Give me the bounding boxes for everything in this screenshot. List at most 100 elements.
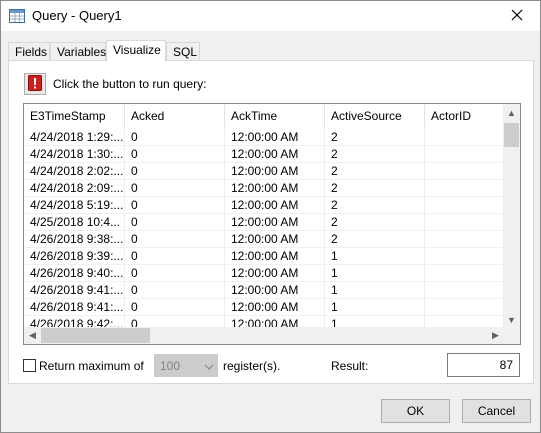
horizontal-scrollbar[interactable]: ◀ ▶ bbox=[24, 327, 504, 344]
table-cell: 0 bbox=[125, 231, 225, 248]
table-cell: 4/26/2018 9:38:... bbox=[24, 231, 125, 248]
register-unit-label: register(s). bbox=[223, 359, 281, 373]
table-cell bbox=[425, 146, 504, 163]
tab-variables[interactable]: Variables bbox=[50, 42, 106, 61]
table-cell: 0 bbox=[125, 282, 225, 299]
table-cell: 1 bbox=[325, 282, 425, 299]
table-cell: 4/26/2018 9:41:... bbox=[24, 282, 125, 299]
result-count-field: 87 bbox=[447, 353, 520, 377]
table-cell: 4/24/2018 5:19:... bbox=[24, 197, 125, 214]
vertical-scrollbar[interactable]: ▲ ▼ bbox=[503, 104, 520, 328]
table-row[interactable]: 4/24/2018 1:29:... 0 12:00:00 AM 2 bbox=[24, 129, 504, 146]
horizontal-scroll-thumb[interactable] bbox=[41, 328, 150, 343]
table-cell: 2 bbox=[325, 231, 425, 248]
ok-button[interactable]: OK bbox=[381, 399, 450, 423]
tab-sql[interactable]: SQL bbox=[166, 42, 200, 61]
vertical-scroll-thumb[interactable] bbox=[504, 123, 519, 147]
table-cell: 0 bbox=[125, 180, 225, 197]
table-cell: 2 bbox=[325, 197, 425, 214]
table-cell: 12:00:00 AM bbox=[225, 129, 325, 146]
scrollbar-corner bbox=[503, 327, 520, 344]
table-cell: 12:00:00 AM bbox=[225, 214, 325, 231]
table-cell: 2 bbox=[325, 129, 425, 146]
return-maximum-label: Return maximum of bbox=[39, 359, 144, 373]
table-row[interactable]: 4/26/2018 9:41:... 0 12:00:00 AM 1 bbox=[24, 299, 504, 316]
table-cell: 0 bbox=[125, 248, 225, 265]
table-row[interactable]: 4/26/2018 9:39:... 0 12:00:00 AM 1 bbox=[24, 248, 504, 265]
table-cell: 0 bbox=[125, 129, 225, 146]
table-row[interactable]: 4/24/2018 5:19:... 0 12:00:00 AM 2 bbox=[24, 197, 504, 214]
table-cell: 4/24/2018 1:29:... bbox=[24, 129, 125, 146]
exclamation-alert-icon bbox=[28, 74, 42, 94]
table-row[interactable]: 4/24/2018 1:30:... 0 12:00:00 AM 2 bbox=[24, 146, 504, 163]
column-header-acktime[interactable]: AckTime bbox=[225, 104, 325, 129]
scroll-left-icon[interactable]: ◀ bbox=[24, 327, 41, 344]
table-cell: 2 bbox=[325, 214, 425, 231]
table-cell: 4/26/2018 9:40:... bbox=[24, 265, 125, 282]
table-cell: 0 bbox=[125, 299, 225, 316]
run-query-label: Click the button to run query: bbox=[53, 77, 207, 91]
table-cell: 12:00:00 AM bbox=[225, 180, 325, 197]
close-button[interactable] bbox=[494, 1, 540, 31]
run-query-button[interactable] bbox=[24, 73, 46, 95]
table-row[interactable]: 4/24/2018 2:02:... 0 12:00:00 AM 2 bbox=[24, 163, 504, 180]
table-cell: 12:00:00 AM bbox=[225, 282, 325, 299]
table-cell: 12:00:00 AM bbox=[225, 231, 325, 248]
table-cell: 1 bbox=[325, 265, 425, 282]
table-cell bbox=[425, 265, 504, 282]
table-cell: 2 bbox=[325, 146, 425, 163]
table-cell: 12:00:00 AM bbox=[225, 299, 325, 316]
table-row[interactable]: 4/26/2018 9:41:... 0 12:00:00 AM 1 bbox=[24, 282, 504, 299]
table-cell bbox=[425, 197, 504, 214]
table-cell: 12:00:00 AM bbox=[225, 163, 325, 180]
table-cell: 4/26/2018 9:39:... bbox=[24, 248, 125, 265]
table-row[interactable]: 4/26/2018 9:40:... 0 12:00:00 AM 1 bbox=[24, 265, 504, 282]
table-cell bbox=[425, 180, 504, 197]
table-cell: 4/24/2018 1:30:... bbox=[24, 146, 125, 163]
column-header-e3timestamp[interactable]: E3TimeStamp bbox=[24, 104, 125, 129]
table-cell: 2 bbox=[325, 180, 425, 197]
table-row[interactable]: 4/26/2018 9:38:... 0 12:00:00 AM 2 bbox=[24, 231, 504, 248]
table-cell: 0 bbox=[125, 163, 225, 180]
tab-visualize[interactable]: Visualize bbox=[106, 40, 166, 62]
table-cell: 1 bbox=[325, 299, 425, 316]
table-row[interactable]: 4/25/2018 10:4... 0 12:00:00 AM 2 bbox=[24, 214, 504, 231]
table-cell: 4/24/2018 2:09:... bbox=[24, 180, 125, 197]
table-row[interactable]: 4/24/2018 2:09:... 0 12:00:00 AM 2 bbox=[24, 180, 504, 197]
table-cell bbox=[425, 214, 504, 231]
maximum-register-value: 100 bbox=[160, 359, 181, 373]
table-cell: 0 bbox=[125, 146, 225, 163]
column-header-activesource[interactable]: ActiveSource bbox=[325, 104, 425, 129]
scroll-right-icon[interactable]: ▶ bbox=[487, 327, 504, 344]
tab-fields[interactable]: Fields bbox=[8, 42, 50, 61]
window-title: Query - Query1 bbox=[32, 8, 122, 23]
table-cell bbox=[425, 163, 504, 180]
scroll-down-icon[interactable]: ▼ bbox=[503, 311, 520, 328]
column-header-actorid[interactable]: ActorID bbox=[425, 104, 504, 129]
table-cell bbox=[425, 248, 504, 265]
scroll-up-icon[interactable]: ▲ bbox=[503, 104, 520, 121]
maximum-register-select[interactable]: 100 bbox=[154, 354, 218, 377]
close-icon bbox=[511, 9, 523, 24]
table-cell: 12:00:00 AM bbox=[225, 197, 325, 214]
table-cell: 12:00:00 AM bbox=[225, 265, 325, 282]
table-cell: 4/26/2018 9:41:... bbox=[24, 299, 125, 316]
query-dialog: Query - Query1 Fields Variables Visualiz… bbox=[0, 0, 541, 433]
chevron-down-icon bbox=[204, 361, 214, 371]
table-cell: 12:00:00 AM bbox=[225, 248, 325, 265]
table-cell bbox=[425, 231, 504, 248]
cancel-button[interactable]: Cancel bbox=[462, 399, 531, 423]
result-label: Result: bbox=[331, 359, 369, 373]
table-cell bbox=[425, 299, 504, 316]
title-bar: Query - Query1 bbox=[1, 1, 540, 31]
table-cell bbox=[425, 282, 504, 299]
column-header-acked[interactable]: Acked bbox=[125, 104, 225, 129]
table-window-icon bbox=[9, 8, 25, 24]
table-cell: 4/25/2018 10:4... bbox=[24, 214, 125, 231]
results-grid[interactable]: E3TimeStamp Acked AckTime ActiveSource A… bbox=[23, 103, 521, 345]
grid-header: E3TimeStamp Acked AckTime ActiveSource A… bbox=[24, 104, 504, 129]
table-cell: 4/24/2018 2:02:... bbox=[24, 163, 125, 180]
table-cell: 1 bbox=[325, 248, 425, 265]
table-cell: 0 bbox=[125, 265, 225, 282]
return-maximum-checkbox[interactable] bbox=[23, 359, 36, 372]
